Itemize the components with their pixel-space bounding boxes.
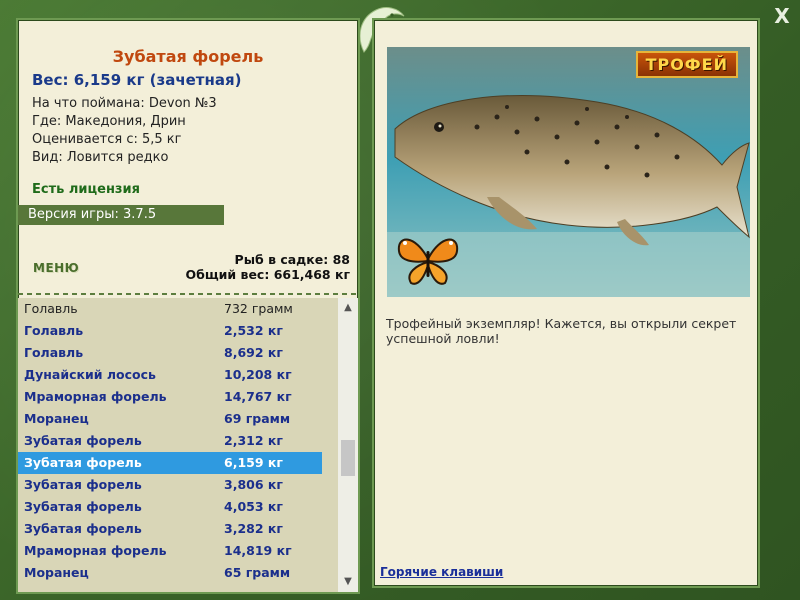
close-button[interactable]: X — [772, 6, 792, 26]
catch-fish-weight: 6,159 кг — [224, 455, 283, 470]
catch-fish-weight: 3,806 кг — [224, 477, 283, 492]
scroll-down-button[interactable]: ▼ — [338, 574, 358, 590]
list-item[interactable]: Мраморная форель 14,767 кг — [18, 386, 338, 408]
catch-fish-name: Дунайский лосось — [24, 367, 156, 382]
catch-fish-name: Мраморная форель — [24, 389, 167, 404]
catch-info-panel: Зубатая форель Вес: 6,159 кг (зачетная) … — [18, 20, 358, 592]
license-status: Есть лицензия — [32, 182, 140, 197]
catch-fish-weight: 8,692 кг — [224, 345, 283, 360]
list-item[interactable]: Зубатая форель 2,312 кг — [18, 430, 338, 452]
list-item-selected[interactable]: Зубатая форель 6,159 кг — [18, 452, 322, 474]
fish-weight: Вес: 6,159 кг (зачетная) — [32, 71, 242, 89]
catch-fish-name: Зубатая форель — [24, 499, 142, 514]
catch-fish-weight: 10,208 кг — [224, 367, 292, 382]
list-item[interactable]: Моранец 69 грамм — [18, 408, 338, 430]
catch-fish-name: Зубатая форель — [24, 477, 142, 492]
catch-fish-weight: 2,312 кг — [224, 433, 283, 448]
catch-fish-name: Голавль — [24, 301, 78, 316]
list-item[interactable]: Голавль 2,532 кг — [18, 320, 338, 342]
catch-fish-weight: 732 грамм — [224, 301, 293, 316]
rating-info: Оценивается с: 5,5 кг — [32, 132, 182, 147]
catch-fish-name: Зубатая форель — [24, 521, 142, 536]
catch-fish-name: Зубатая форель — [24, 455, 142, 470]
catch-list[interactable]: Голавль 732 грамм Голавль 2,532 кг Голавль 8,… — [18, 298, 338, 592]
species-info: Вид: Ловится редко — [32, 150, 169, 165]
keepnet-stats: Рыб в садке: 88 Общий вес: 661,468 кг — [186, 252, 351, 282]
hotkeys-link[interactable]: Горячие клавиши — [380, 565, 503, 579]
list-item[interactable]: Зубатая форель 3,282 кг — [18, 518, 338, 540]
butterfly-icon — [397, 238, 459, 285]
fish-title: Зубатая форель — [112, 47, 264, 66]
catch-fish-name: Моранец — [24, 565, 89, 580]
bait-info: На что поймана: Devon №3 — [32, 96, 217, 111]
trophy-badge: ТРОФЕЙ — [635, 51, 738, 78]
catch-fish-weight: 14,819 кг — [224, 543, 292, 558]
list-item[interactable]: Зубатая форель 3,806 кг — [18, 474, 338, 496]
catch-fish-name: Зубатая форель — [24, 433, 142, 448]
fish-photo: ТРОФЕЙ — [387, 47, 750, 297]
close-icon: X — [774, 4, 790, 28]
catch-fish-name: Голавль — [24, 323, 84, 338]
catch-fish-weight: 14,767 кг — [224, 389, 292, 404]
scroll-thumb[interactable] — [341, 440, 355, 476]
list-item[interactable]: Голавль 8,692 кг — [18, 342, 338, 364]
trophy-description: Трофейный экземпляр! Кажется, вы открыли… — [386, 316, 737, 346]
fish-count: Рыб в садке: 88 — [234, 252, 350, 267]
catch-fish-weight: 65 грамм — [224, 565, 291, 580]
dashed-divider — [18, 293, 358, 295]
list-item[interactable]: Зубатая форель 4,053 кг — [18, 496, 338, 518]
menu-button[interactable]: МЕНЮ — [33, 261, 79, 275]
total-weight: Общий вес: 661,468 кг — [185, 267, 351, 282]
catch-fish-weight: 2,532 кг — [224, 323, 283, 338]
catch-fish-weight: 3,282 кг — [224, 521, 283, 536]
catch-fish-weight: 4,053 кг — [224, 499, 283, 514]
catch-fish-name: Мраморная форель — [24, 543, 167, 558]
chevron-down-icon: ▼ — [344, 576, 352, 587]
scroll-up-button[interactable]: ▲ — [338, 300, 358, 316]
game-version: Версия игры: 3.7.5 — [18, 205, 224, 225]
location-info: Где: Македония, Дрин — [32, 114, 186, 129]
chevron-up-icon: ▲ — [344, 302, 352, 313]
catch-fish-weight: 69 грамм — [224, 411, 291, 426]
trophy-panel: ТРОФЕЙ Трофейный экземпляр! Кажется, вы … — [374, 20, 758, 586]
list-item[interactable]: Голавль 732 грамм — [18, 298, 338, 320]
catch-fish-name: Голавль — [24, 345, 84, 360]
list-item[interactable]: Моранец 65 грамм — [18, 562, 338, 584]
list-item[interactable]: Мраморная форель 14,819 кг — [18, 540, 338, 562]
list-scrollbar[interactable]: ▲ ▼ — [338, 298, 358, 592]
list-item[interactable]: Дунайский лосось 10,208 кг — [18, 364, 338, 386]
catch-fish-name: Моранец — [24, 411, 89, 426]
